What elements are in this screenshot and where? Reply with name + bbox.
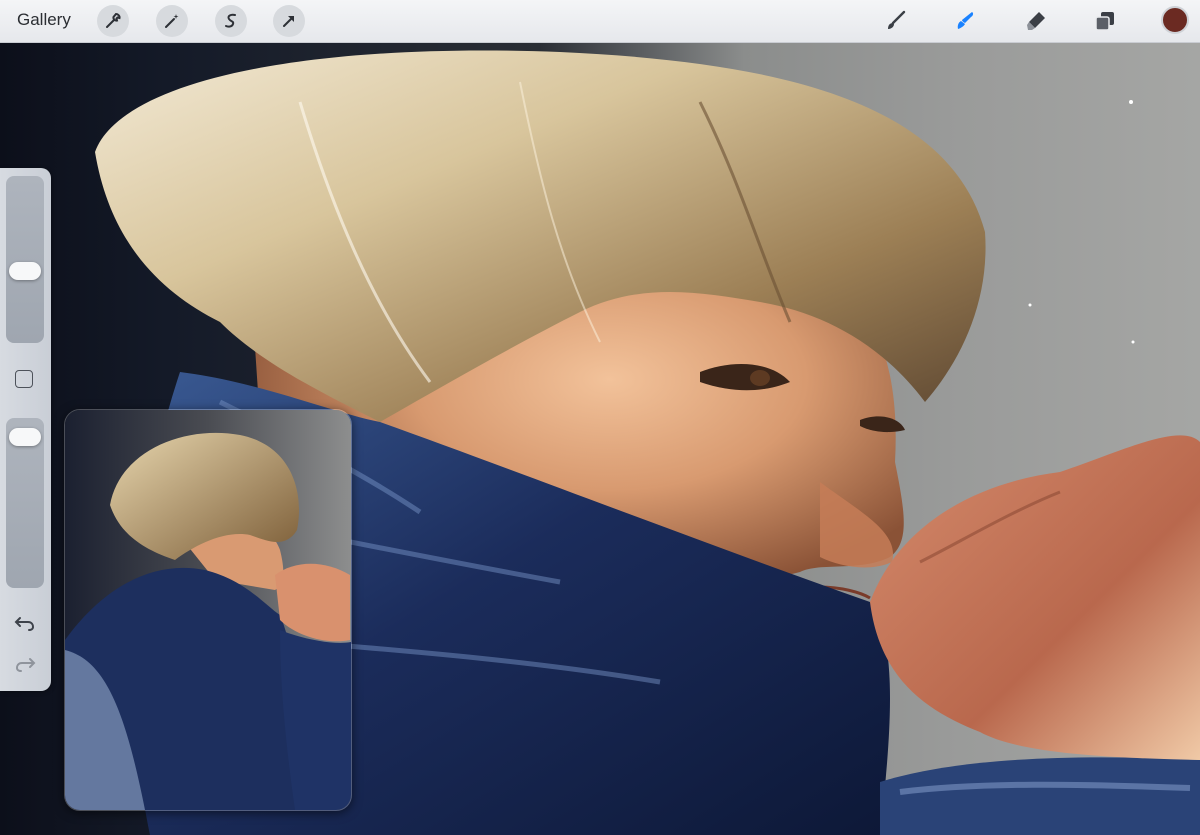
layers-icon	[1095, 12, 1114, 31]
magic-wand-icon	[165, 14, 179, 28]
eraser-icon	[1027, 12, 1045, 30]
gallery-button[interactable]: Gallery	[17, 10, 71, 30]
opacity-knob[interactable]	[9, 428, 41, 447]
transform-button[interactable]	[273, 5, 305, 37]
brush-icon	[888, 10, 906, 29]
smudge-icon	[957, 12, 974, 29]
undo-icon	[14, 617, 35, 631]
actions-button[interactable]	[97, 5, 129, 37]
adjustments-button[interactable]	[156, 5, 188, 37]
brush-tool[interactable]	[880, 5, 912, 37]
brush-size-knob[interactable]	[9, 261, 41, 280]
left-sidebar	[0, 168, 51, 691]
modify-button[interactable]	[15, 370, 33, 388]
redo-button[interactable]	[12, 652, 38, 676]
layers-button[interactable]	[1089, 5, 1121, 37]
selection-s-icon	[225, 13, 236, 28]
eraser-tool[interactable]	[1020, 5, 1052, 37]
reference-photo	[65, 410, 351, 810]
reference-window[interactable]	[64, 409, 352, 811]
redo-icon	[15, 658, 36, 672]
brush-size-slider[interactable]	[6, 176, 44, 343]
opacity-slider[interactable]	[6, 418, 44, 588]
move-arrow-icon	[283, 16, 294, 27]
undo-button[interactable]	[12, 611, 38, 635]
top-toolbar: Gallery	[0, 0, 1200, 43]
wrench-icon	[106, 12, 121, 28]
color-picker-button[interactable]	[1161, 6, 1189, 34]
selection-button[interactable]	[215, 5, 247, 37]
smudge-tool[interactable]	[949, 5, 981, 37]
